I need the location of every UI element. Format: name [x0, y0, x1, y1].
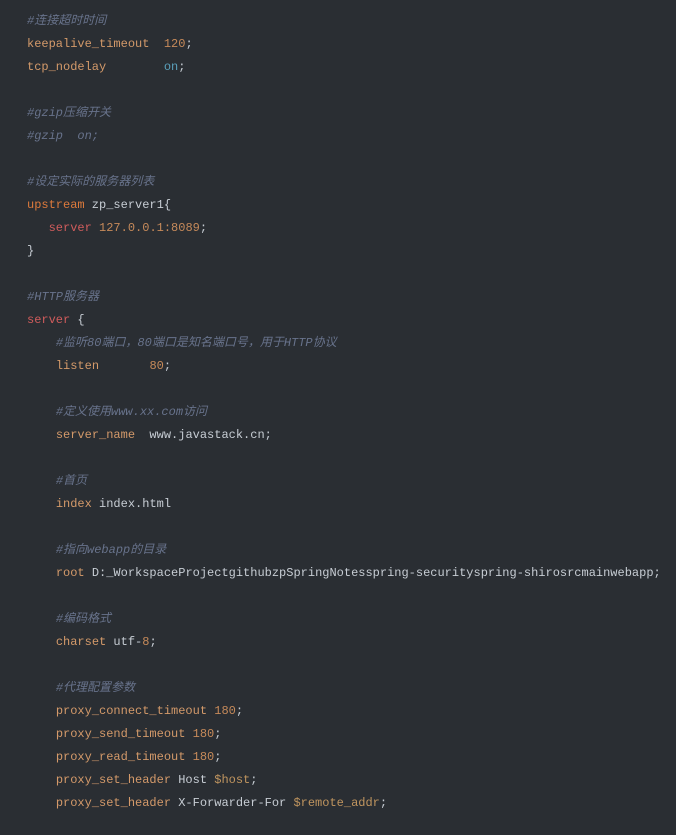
code-block: #连接超时时间 keepalive_timeout 120; tcp_nodel… — [0, 0, 676, 835]
directive-server: server — [27, 313, 70, 327]
value-prt: 180 — [193, 750, 215, 764]
comment-charset: #编码格式 — [56, 612, 111, 626]
directive-pst: proxy_send_timeout — [56, 727, 186, 741]
directive-psh-host: proxy_set_header — [56, 773, 171, 787]
directive-charset: charset — [56, 635, 106, 649]
directive-listen: listen — [56, 359, 99, 373]
directive-keepalive: keepalive_timeout — [27, 37, 149, 51]
value-listen: 80 — [149, 359, 163, 373]
value-keepalive: 120 — [164, 37, 186, 51]
comment-upstream: #设定实际的服务器列表 — [27, 175, 154, 189]
comment-gzip-on: #gzip on; — [27, 129, 99, 143]
brace-close: } — [27, 244, 34, 258]
comment-server-name: #定义使用www.xx.com访问 — [56, 405, 207, 419]
directive-prt: proxy_read_timeout — [56, 750, 186, 764]
value-upstream-server: 127.0.0.1:8089 — [99, 221, 200, 235]
value-index: index.html — [92, 497, 171, 511]
value-server-name: www.javastack.cn — [135, 428, 265, 442]
comment-index: #首页 — [56, 474, 87, 488]
comment-listen: #监听80端口，80端口是知名端口号，用于HTTP协议 — [56, 336, 337, 350]
directive-pct: proxy_connect_timeout — [56, 704, 207, 718]
var-host: $host — [214, 773, 250, 787]
comment-http: #HTTP服务器 — [27, 290, 99, 304]
var-remote-addr: $remote_addr — [293, 796, 379, 810]
value-tcpnodelay: on — [164, 60, 178, 74]
value-root: D:_WorkspaceProjectgithubzpSpringNotessp… — [85, 566, 654, 580]
directive-tcpnodelay: tcp_nodelay — [27, 60, 106, 74]
value-pst: 180 — [193, 727, 215, 741]
directive-index: index — [56, 497, 92, 511]
directive-psh-xfwd: proxy_set_header — [56, 796, 171, 810]
value-upstream-name: zp_server1{ — [85, 198, 171, 212]
comment-gzip: #gzip压缩开关 — [27, 106, 111, 120]
directive-root: root — [56, 566, 85, 580]
comment-root: #指向webapp的目录 — [56, 543, 166, 557]
directive-server-inner: server — [49, 221, 92, 235]
comment-proxy: #代理配置参数 — [56, 681, 135, 695]
comment-timeout: #连接超时时间 — [27, 14, 106, 28]
directive-server-name: server_name — [56, 428, 135, 442]
value-pct: 180 — [214, 704, 236, 718]
directive-upstream: upstream — [27, 198, 85, 212]
